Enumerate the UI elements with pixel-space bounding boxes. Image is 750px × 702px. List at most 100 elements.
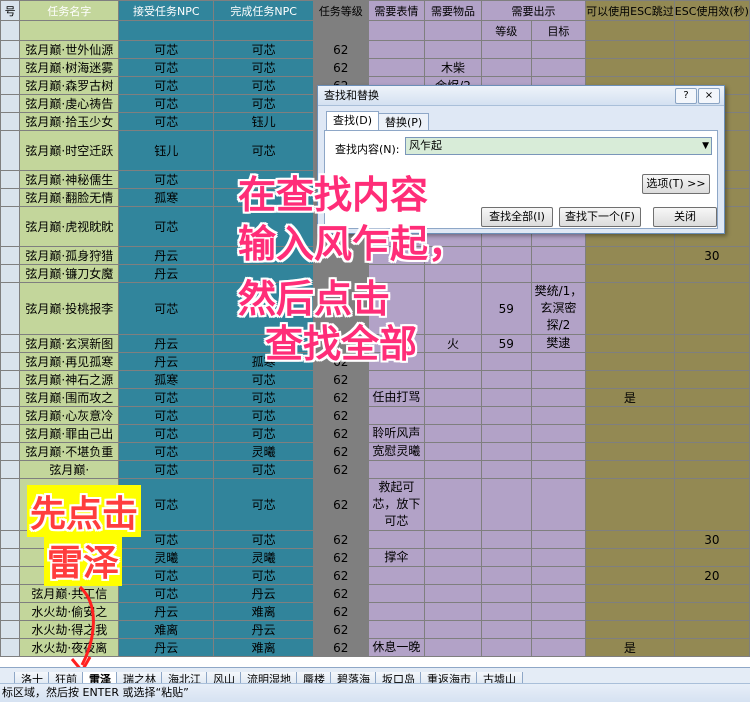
table-cell[interactable] — [530, 424, 587, 443]
table-cell[interactable]: 可芯 — [118, 460, 215, 479]
close-button[interactable]: 关闭 — [653, 207, 717, 227]
table-cell[interactable] — [424, 352, 482, 371]
header-cell[interactable] — [0, 20, 21, 41]
header-cell[interactable]: 任务名字 — [19, 0, 120, 21]
table-cell[interactable]: 可芯 — [118, 406, 215, 425]
table-cell[interactable] — [585, 352, 675, 371]
table-cell[interactable] — [673, 584, 750, 603]
table-cell[interactable]: 62 — [313, 584, 369, 603]
table-cell[interactable] — [480, 638, 532, 657]
table-cell[interactable]: 62 — [313, 460, 369, 479]
header-cell[interactable]: 需要出示 — [480, 0, 587, 21]
dropdown-arrow-icon[interactable]: ▼ — [702, 138, 709, 154]
table-cell[interactable] — [480, 424, 532, 443]
table-cell[interactable]: 可芯 — [118, 282, 215, 335]
table-cell[interactable] — [585, 548, 675, 567]
table-cell[interactable] — [480, 620, 532, 639]
find-next-button[interactable]: 查找下一个(F) — [559, 207, 641, 227]
table-cell[interactable] — [673, 334, 750, 353]
table-cell[interactable]: 62 — [313, 548, 369, 567]
table-cell[interactable] — [424, 566, 482, 585]
table-cell[interactable]: 钰儿 — [213, 112, 315, 131]
table-cell[interactable] — [673, 370, 750, 389]
table-cell[interactable] — [585, 282, 675, 335]
row-number-cell[interactable] — [0, 188, 21, 207]
header-cell[interactable] — [118, 20, 215, 41]
table-cell[interactable] — [480, 584, 532, 603]
table-cell[interactable] — [424, 424, 482, 443]
table-cell[interactable]: 可芯 — [213, 424, 315, 443]
table-cell[interactable]: 62 — [313, 566, 369, 585]
table-cell[interactable]: 休息一晚 — [367, 638, 426, 657]
table-cell[interactable]: 弦月巅·世外仙源 — [19, 40, 120, 59]
table-cell[interactable]: 可芯 — [118, 58, 215, 77]
table-cell[interactable]: 撑伞 — [367, 548, 426, 567]
table-cell[interactable]: 钰儿 — [118, 130, 215, 171]
table-row[interactable]: 弦月巅·树海迷雾 可芯 可芯 62 木柴 — [0, 58, 750, 77]
header-cell[interactable] — [424, 20, 482, 41]
table-cell[interactable] — [673, 620, 750, 639]
table-cell[interactable] — [424, 620, 482, 639]
table-cell[interactable]: 弦月巅·翻脸无情 — [19, 188, 120, 207]
table-cell[interactable]: 孤寒 — [118, 188, 215, 207]
table-cell[interactable]: 是 — [585, 388, 675, 407]
table-cell[interactable] — [585, 442, 675, 461]
table-cell[interactable]: 62 — [313, 530, 369, 549]
table-cell[interactable] — [530, 246, 587, 265]
table-cell[interactable] — [424, 388, 482, 407]
table-cell[interactable] — [480, 406, 532, 425]
header-cell[interactable]: 需要物品 — [424, 0, 482, 21]
row-number-cell[interactable] — [0, 130, 21, 171]
table-row[interactable]: 弦月巅·不堪负重 可芯 灵曦 62 宽慰灵曦 — [0, 442, 750, 461]
table-cell[interactable] — [424, 548, 482, 567]
table-cell[interactable] — [585, 602, 675, 621]
table-cell[interactable] — [480, 442, 532, 461]
table-cell[interactable] — [673, 264, 750, 283]
table-cell[interactable] — [424, 602, 482, 621]
table-cell[interactable]: 孤寒 — [118, 370, 215, 389]
header-cell[interactable]: 接受任务NPC — [118, 0, 215, 21]
row-number-cell[interactable] — [0, 478, 21, 531]
table-cell[interactable]: 弦月巅·树海迷雾 — [19, 58, 120, 77]
table-cell[interactable]: 弦月巅·罪由己出 — [19, 424, 120, 443]
table-cell[interactable] — [480, 264, 532, 283]
table-cell[interactable] — [585, 566, 675, 585]
table-cell[interactable] — [530, 460, 587, 479]
row-number-cell[interactable] — [0, 530, 21, 549]
row-number-cell[interactable] — [0, 566, 21, 585]
table-cell[interactable]: 可芯 — [118, 170, 215, 189]
table-cell[interactable]: 62 — [313, 40, 369, 59]
table-cell[interactable] — [673, 478, 750, 531]
table-cell[interactable]: 丹云 — [213, 620, 315, 639]
tab-replace[interactable]: 替换(P) — [378, 113, 430, 131]
table-cell[interactable] — [424, 584, 482, 603]
table-cell[interactable] — [530, 602, 587, 621]
table-cell[interactable]: 弦月巅·拾玉少女 — [19, 112, 120, 131]
table-cell[interactable]: 62 — [313, 370, 369, 389]
header-cell[interactable]: 号 — [0, 0, 21, 21]
header-cell[interactable] — [19, 20, 120, 41]
row-number-cell[interactable] — [0, 246, 21, 265]
table-cell[interactable] — [480, 566, 532, 585]
table-cell[interactable] — [424, 530, 482, 549]
table-row[interactable]: 弦月巅·罪由己出 可芯 可芯 62 聆听风声 — [0, 424, 750, 443]
table-cell[interactable]: 任由打骂 — [367, 388, 426, 407]
table-cell[interactable] — [673, 58, 750, 77]
table-cell[interactable]: 弦月巅·心灰意冷 — [19, 406, 120, 425]
table-cell[interactable] — [480, 370, 532, 389]
table-cell[interactable] — [367, 602, 426, 621]
table-cell[interactable] — [530, 40, 587, 59]
table-cell[interactable] — [480, 548, 532, 567]
table-cell[interactable] — [673, 602, 750, 621]
row-number-cell[interactable] — [0, 206, 21, 247]
header-cell[interactable] — [313, 20, 369, 41]
table-cell[interactable]: 宽慰灵曦 — [367, 442, 426, 461]
table-cell[interactable]: 难离 — [213, 602, 315, 621]
table-cell[interactable]: 火 — [424, 334, 482, 353]
table-cell[interactable]: 62 — [313, 424, 369, 443]
table-cell[interactable]: 62 — [313, 406, 369, 425]
table-cell[interactable] — [480, 58, 532, 77]
table-cell[interactable] — [530, 638, 587, 657]
table-cell[interactable]: 62 — [313, 620, 369, 639]
table-cell[interactable]: 可芯 — [213, 370, 315, 389]
